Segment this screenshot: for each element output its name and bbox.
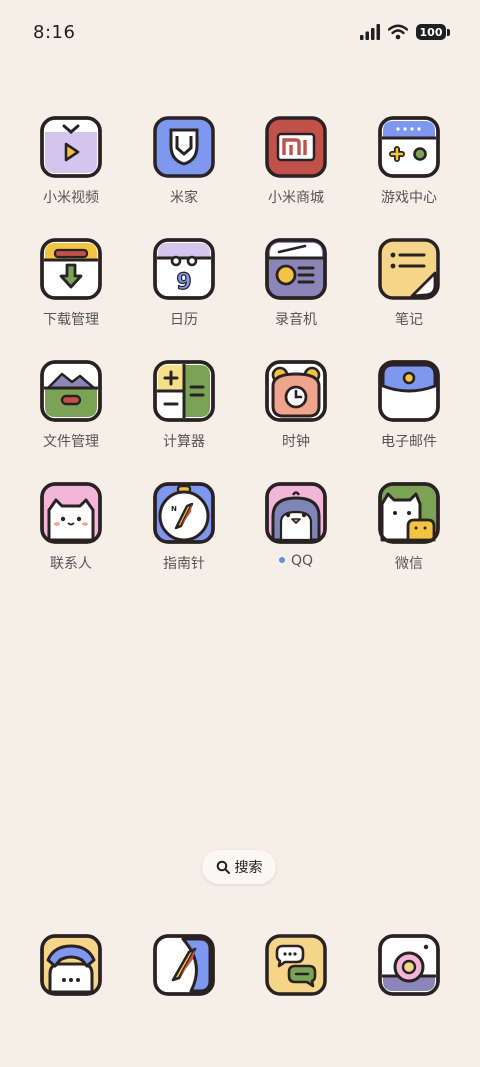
dock-messages[interactable] bbox=[246, 934, 346, 996]
status-time: 8:16 bbox=[33, 22, 76, 43]
mi-store-icon bbox=[265, 116, 327, 178]
video-player-icon bbox=[40, 116, 102, 178]
cat-chat-icon bbox=[378, 482, 440, 544]
gamepad-icon bbox=[378, 116, 440, 178]
search-label: 搜索 bbox=[234, 860, 263, 876]
svg-text:N: N bbox=[171, 505, 177, 513]
app-compass[interactable]: N 指南针 bbox=[134, 482, 234, 573]
search-button[interactable]: 搜索 bbox=[202, 850, 276, 884]
download-icon bbox=[40, 238, 102, 300]
app-label-text: QQ bbox=[290, 553, 314, 569]
compass-icon: N bbox=[153, 482, 215, 544]
app-xiaomi-video[interactable]: 小米视频 bbox=[21, 116, 121, 207]
app-recorder[interactable]: 录音机 bbox=[246, 238, 346, 329]
app-label: QQ bbox=[246, 553, 346, 569]
cat-contact-icon bbox=[40, 482, 102, 544]
camera-icon bbox=[378, 934, 440, 996]
app-label: 小米视频 bbox=[43, 190, 99, 206]
dock-camera[interactable] bbox=[359, 934, 459, 996]
app-label: 下载管理 bbox=[43, 312, 99, 328]
alarm-clock-icon bbox=[265, 360, 327, 422]
app-label: 电子邮件 bbox=[381, 434, 437, 450]
app-mi-store[interactable]: 小米商城 bbox=[246, 116, 346, 207]
search-icon bbox=[216, 860, 230, 874]
app-label: 日历 bbox=[170, 312, 198, 328]
penguin-icon bbox=[265, 482, 327, 544]
app-row: 小米视频 米家 小米商城 游戏中心 bbox=[0, 116, 480, 236]
mijia-icon bbox=[153, 116, 215, 178]
app-notes[interactable]: 笔记 bbox=[359, 238, 459, 329]
app-label: 小米商城 bbox=[268, 190, 324, 206]
dock-browser[interactable] bbox=[134, 934, 234, 996]
app-game-center[interactable]: 游戏中心 bbox=[359, 116, 459, 207]
phone-icon bbox=[40, 934, 102, 996]
status-icons: 100 bbox=[360, 24, 450, 40]
app-mijia[interactable]: 米家 bbox=[134, 116, 234, 207]
app-label: 游戏中心 bbox=[381, 190, 437, 206]
app-email[interactable]: 电子邮件 bbox=[359, 360, 459, 451]
app-row: 文件管理 计算器 时钟 电子邮件 bbox=[0, 360, 480, 480]
app-calendar[interactable]: 9 日历 bbox=[134, 238, 234, 329]
signal-icon bbox=[360, 24, 380, 40]
app-calculator[interactable]: 计算器 bbox=[134, 360, 234, 451]
messages-icon bbox=[265, 934, 327, 996]
notes-icon bbox=[378, 238, 440, 300]
app-label: 米家 bbox=[170, 190, 198, 206]
new-badge-dot bbox=[278, 557, 285, 563]
app-contacts[interactable]: 联系人 bbox=[21, 482, 121, 573]
wifi-icon bbox=[388, 24, 408, 40]
calculator-icon bbox=[153, 360, 215, 422]
envelope-icon bbox=[378, 360, 440, 422]
app-row: 联系人 N 指南针 QQ 微信 bbox=[0, 482, 480, 602]
battery-indicator: 100 bbox=[416, 24, 450, 40]
browser-compass-icon bbox=[153, 934, 215, 996]
app-label: 文件管理 bbox=[43, 434, 99, 450]
app-downloads[interactable]: 下载管理 bbox=[21, 238, 121, 329]
app-label: 联系人 bbox=[50, 556, 92, 572]
app-clock[interactable]: 时钟 bbox=[246, 360, 346, 451]
calendar-icon: 9 bbox=[153, 238, 215, 300]
status-bar: 8:16 100 bbox=[0, 0, 480, 64]
app-label: 指南针 bbox=[163, 556, 205, 572]
app-label: 计算器 bbox=[163, 434, 205, 450]
dock bbox=[0, 934, 480, 1000]
app-wechat[interactable]: 微信 bbox=[359, 482, 459, 573]
app-label: 笔记 bbox=[395, 312, 423, 328]
dock-phone[interactable] bbox=[21, 934, 121, 996]
app-qq[interactable]: QQ bbox=[246, 482, 346, 569]
app-label: 录音机 bbox=[275, 312, 317, 328]
app-label: 微信 bbox=[395, 556, 423, 572]
folder-icon bbox=[40, 360, 102, 422]
app-file-manager[interactable]: 文件管理 bbox=[21, 360, 121, 451]
radio-recorder-icon bbox=[265, 238, 327, 300]
app-label: 时钟 bbox=[282, 434, 310, 450]
app-row: 下载管理 9 日历 录音机 笔记 bbox=[0, 238, 480, 358]
battery-level: 100 bbox=[416, 24, 446, 40]
svg-text:9: 9 bbox=[176, 270, 191, 295]
